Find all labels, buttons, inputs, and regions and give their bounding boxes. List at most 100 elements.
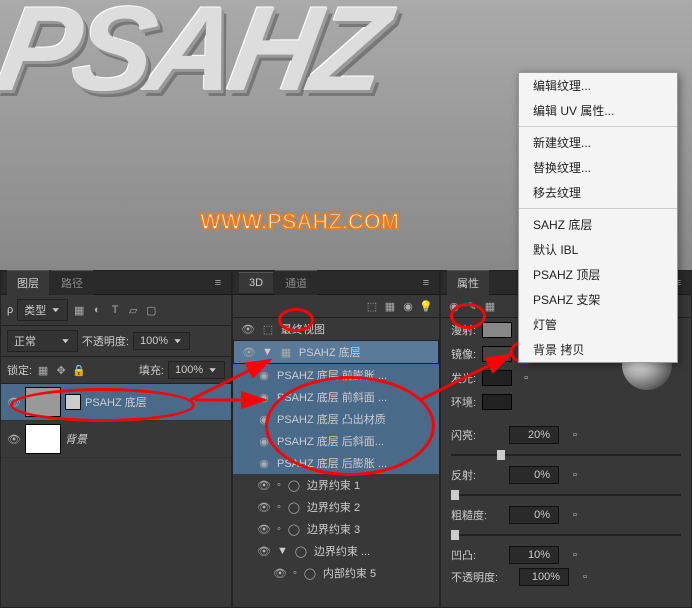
opacity-label: 不透明度: <box>451 569 511 585</box>
ctx-item-2[interactable]: 默认 IBL <box>519 237 677 262</box>
material-icon: ◉ <box>257 412 271 426</box>
rough-value[interactable]: 0% <box>509 506 559 524</box>
texture-picker-icon[interactable]: ▫ <box>577 571 593 583</box>
blend-mode-select[interactable]: 正常▼ <box>7 330 78 352</box>
filter-type-select[interactable]: 类型▼ <box>17 299 68 321</box>
constraint-icon: ◯ <box>294 544 308 558</box>
bump-value[interactable]: 10% <box>509 546 559 564</box>
layer-thumb[interactable] <box>25 387 61 417</box>
texture-picker-icon[interactable]: ▫ <box>567 549 583 561</box>
ambient-swatch[interactable] <box>482 394 512 410</box>
material-icon: ◉ <box>257 390 271 404</box>
opacity-label: 不透明度: <box>82 333 129 349</box>
ctx-item-3[interactable]: PSAHZ 顶层 <box>519 262 677 287</box>
lock-all-icon[interactable]: 🔒 <box>72 363 86 377</box>
tab-properties[interactable]: 属性 <box>447 270 489 295</box>
ctx-item-5[interactable]: 灯管 <box>519 312 677 337</box>
shine-slider[interactable] <box>451 448 681 462</box>
filter-light-icon[interactable]: 💡 <box>419 299 433 313</box>
shine-label: 闪亮: <box>451 427 501 443</box>
ctx-replace-texture[interactable]: 替换纹理... <box>519 155 677 180</box>
visibility-icon[interactable]: 👁 <box>7 396 21 409</box>
layer-thumb[interactable] <box>25 424 61 454</box>
specular-swatch[interactable] <box>482 346 512 362</box>
reflect-slider[interactable] <box>451 488 681 502</box>
material-icon: ◉ <box>257 434 271 448</box>
lock-pixels-icon[interactable]: ▦ <box>36 363 50 377</box>
material-mode-icon[interactable]: ◉ <box>447 299 461 313</box>
filter-shape-icon[interactable]: ▱ <box>126 303 140 317</box>
ctx-new-texture[interactable]: 新建纹理... <box>519 130 677 155</box>
ctx-item-4[interactable]: PSAHZ 支架 <box>519 287 677 312</box>
filter-material-icon[interactable]: ◉ <box>401 299 415 313</box>
panel-menu-icon[interactable]: ≡ <box>419 276 433 290</box>
3d-item-bound1[interactable]: 👁◦◯边界约束 1 <box>233 474 439 496</box>
panel-menu-icon[interactable]: ≡ <box>211 276 225 290</box>
illum-swatch[interactable] <box>482 370 512 386</box>
filter-mesh-icon[interactable]: ▦ <box>383 299 397 313</box>
ctx-item-1[interactable]: SAHZ 底层 <box>519 212 677 237</box>
visibility-icon[interactable]: 👁 <box>7 433 21 446</box>
constraint-icon: ◯ <box>287 478 301 492</box>
fill-input[interactable]: 100%▼ <box>168 361 225 379</box>
tab-channels[interactable]: 通道 <box>275 270 317 295</box>
ctx-remove-texture[interactable]: 移去纹理 <box>519 180 677 205</box>
filter-type-label: ρ <box>7 304 13 316</box>
illum-label: 发光: <box>451 370 476 386</box>
rough-label: 粗糙度: <box>451 507 501 523</box>
specular-label: 镜像: <box>451 346 476 362</box>
shine-value[interactable]: 20% <box>509 426 559 444</box>
3d-item-front-bevel[interactable]: ◉PSAHZ 底层 前斜面 ... <box>233 386 439 408</box>
layer-name[interactable]: 背景 <box>65 431 87 447</box>
texture-picker-icon[interactable]: ▫ <box>567 469 583 481</box>
constraint-icon: ◯ <box>287 522 301 536</box>
texture-picker-icon[interactable]: ▫ <box>567 509 583 521</box>
ctx-edit-texture[interactable]: 编辑纹理... <box>519 73 677 98</box>
3d-item-scene[interactable]: 👁⬚最终视图 <box>233 318 439 340</box>
rough-slider[interactable] <box>451 528 681 542</box>
scene-icon: ⬚ <box>261 322 275 336</box>
diffuse-swatch[interactable] <box>482 322 512 338</box>
3d-item-bound4[interactable]: 👁▼◯边界约束 ... <box>233 540 439 562</box>
filter-image-icon[interactable]: ▦ <box>72 303 86 317</box>
texture-context-menu: 编辑纹理... 编辑 UV 属性... 新建纹理... 替换纹理... 移去纹理… <box>518 72 678 363</box>
opacity-value[interactable]: 100% <box>519 568 569 586</box>
ctx-item-6[interactable]: 背景 拷贝 <box>519 337 677 362</box>
constraint-icon: ◯ <box>287 500 301 514</box>
filter-scene-icon[interactable]: ⬚ <box>365 299 379 313</box>
bump-label: 凹凸: <box>451 547 501 563</box>
reflect-value[interactable]: 0% <box>509 466 559 484</box>
lock-position-icon[interactable]: ✥ <box>54 363 68 377</box>
layer-row-background[interactable]: 👁 背景 <box>1 421 231 458</box>
3d-item-front-inflate[interactable]: ◉PSAHZ 底层 前膨胀 ... <box>233 364 439 386</box>
filter-smart-icon[interactable]: ▢ <box>144 303 158 317</box>
reflect-label: 反射: <box>451 467 501 483</box>
texture-picker-icon[interactable]: ▫ <box>518 372 534 384</box>
mesh-mode-icon[interactable]: ✎ <box>465 299 479 313</box>
material-icon: ◉ <box>257 368 271 382</box>
3d-item-back-bevel[interactable]: ◉PSAHZ 底层 后斜面... <box>233 430 439 452</box>
layer-name[interactable]: PSAHZ 底层 <box>85 394 147 410</box>
layer-row-psahz[interactable]: 👁 PSAHZ 底层 <box>1 384 231 421</box>
material-icon: ◉ <box>257 456 271 470</box>
opacity-input[interactable]: 100%▼ <box>133 332 190 350</box>
3d-item-bound2[interactable]: 👁◦◯边界约束 2 <box>233 496 439 518</box>
3d-item-inner[interactable]: 👁◦◯内部约束 5 <box>233 562 439 584</box>
coord-mode-icon[interactable]: ▦ <box>483 299 497 313</box>
3d-panel: 3D 通道 ≡ ⬚ ▦ ◉ 💡 👁⬚最终视图 👁▼▦PSAHZ 底层 ◉PSAH… <box>232 270 440 608</box>
tab-layers[interactable]: 图层 <box>7 270 49 295</box>
constraint-icon: ◯ <box>303 566 317 580</box>
ctx-edit-uv[interactable]: 编辑 UV 属性... <box>519 98 677 123</box>
mesh-icon: ▦ <box>279 345 293 359</box>
tab-paths[interactable]: 路径 <box>51 270 93 295</box>
filter-text-icon[interactable]: T <box>108 303 122 317</box>
tab-3d[interactable]: 3D <box>239 272 273 293</box>
3d-item-bound3[interactable]: 👁◦◯边界约束 3 <box>233 518 439 540</box>
3d-item-base[interactable]: 👁▼▦PSAHZ 底层 <box>233 340 439 364</box>
3d-item-back-inflate[interactable]: ◉PSAHZ 底层 后膨胀 ... <box>233 452 439 474</box>
texture-picker-icon[interactable]: ▫ <box>567 429 583 441</box>
3d-text-object[interactable]: PSAHZ <box>0 0 394 118</box>
3d-item-extrude[interactable]: ◉PSAHZ 底层 凸出材质 <box>233 408 439 430</box>
lock-label: 锁定: <box>7 362 32 378</box>
filter-adjust-icon[interactable]: ◐ <box>90 303 104 317</box>
